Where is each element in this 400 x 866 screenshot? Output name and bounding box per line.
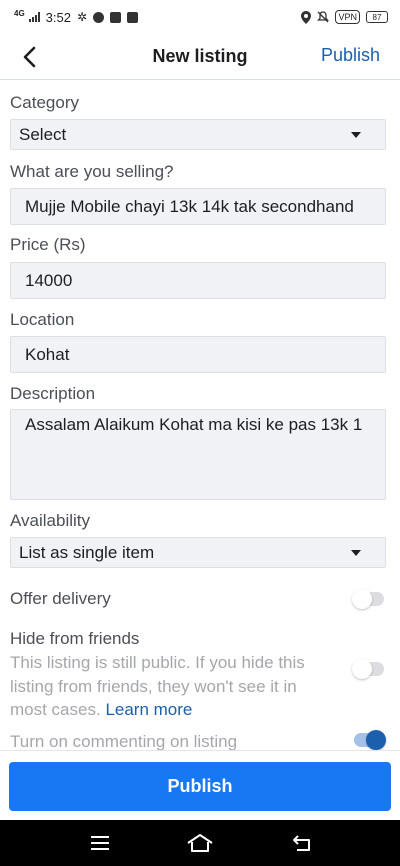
category-select[interactable]: Select [10, 119, 386, 150]
hide-friends-toggle[interactable] [352, 659, 384, 679]
network-type: 4G [14, 8, 25, 18]
publish-button[interactable]: Publish [9, 762, 391, 811]
menu-icon [91, 836, 109, 850]
status-right: VPN 87 [301, 10, 388, 24]
offer-delivery-toggle[interactable] [352, 589, 384, 609]
app-notification-icon [110, 11, 122, 23]
location-label: Location [10, 310, 75, 329]
availability-value: List as single item [19, 542, 155, 562]
location-input[interactable]: Kohat [10, 336, 386, 373]
commenting-toggle[interactable] [354, 730, 386, 750]
messenger-icon [93, 11, 105, 23]
category-label: Category [10, 93, 79, 112]
home-icon [187, 834, 213, 852]
price-label: Price (Rs) [10, 235, 86, 254]
caret-down-icon [351, 549, 361, 556]
selling-input[interactable]: Mujje Mobile chayi 13k 14k tak secondhan… [10, 188, 386, 225]
footer-bar: Publish [0, 750, 400, 820]
availability-label: Availability [10, 511, 91, 530]
hide-friends-help: This listing is still public. If you hid… [10, 651, 330, 722]
mute-icon [317, 11, 330, 23]
publish-header-button[interactable]: Publish [321, 45, 380, 66]
vpn-icon: VPN [335, 10, 360, 24]
price-input[interactable]: 14000 [10, 262, 386, 299]
toggle-knob [352, 659, 372, 679]
caret-down-icon [351, 131, 361, 138]
gallery-notification-icon [127, 11, 139, 23]
back-nav-button[interactable] [282, 828, 322, 858]
status-left: 4G 3:52 ✲ [14, 8, 139, 25]
signal-icon [28, 12, 40, 22]
menu-nav-button[interactable] [80, 828, 120, 858]
system-nav-bar [0, 820, 400, 866]
status-bar: 4G 3:52 ✲ VPN 87 [0, 0, 400, 34]
chevron-left-icon [23, 46, 36, 68]
description-textarea[interactable]: Assalam Alaikum Kohat ma kisi ke pas 13k… [10, 409, 386, 500]
status-time: 3:52 [45, 9, 71, 25]
description-label: Description [10, 384, 96, 403]
offer-delivery-label: Offer delivery [10, 589, 111, 608]
availability-select[interactable]: List as single item [10, 537, 386, 568]
selling-label: What are you selling? [10, 162, 174, 181]
toggle-knob [352, 589, 372, 609]
back-arrow-icon [293, 835, 310, 851]
app-header: New listing Publish [0, 34, 400, 80]
learn-more-link[interactable]: Learn more [105, 700, 192, 719]
settings-icon: ✲ [76, 10, 88, 24]
location-icon [301, 10, 312, 24]
toggle-knob [366, 730, 386, 750]
hide-friends-label: Hide from friends [10, 629, 140, 648]
category-value: Select [19, 124, 67, 144]
battery-icon: 87 [366, 11, 388, 23]
back-button[interactable] [16, 42, 42, 72]
home-nav-button[interactable] [180, 828, 220, 858]
